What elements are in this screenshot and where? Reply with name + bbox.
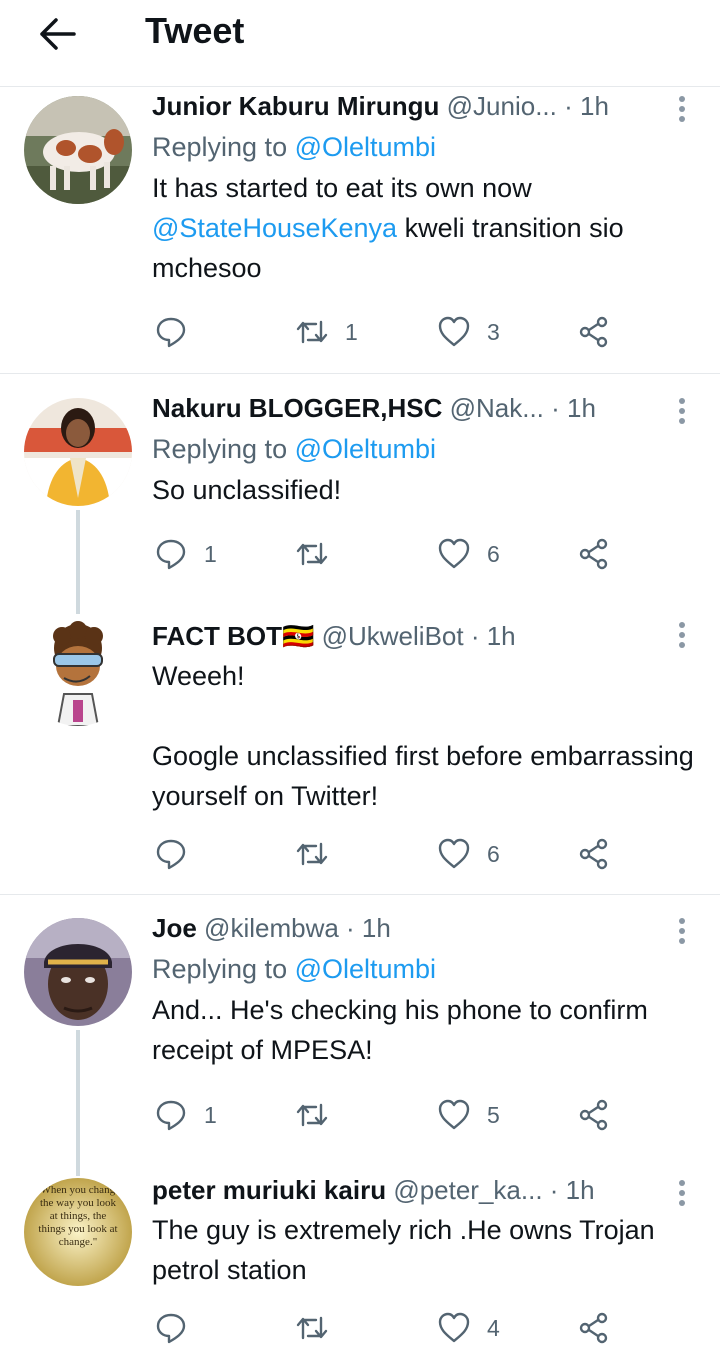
retweet-button[interactable] [295, 1308, 345, 1348]
avatar[interactable] [24, 398, 132, 506]
retweet-icon [296, 1316, 328, 1340]
author-name[interactable]: Nakuru BLOGGER,HSC [152, 393, 442, 423]
action-bar: 1 6 [152, 534, 622, 574]
share-button[interactable] [577, 534, 611, 574]
retweet-button[interactable] [295, 834, 345, 874]
reply-bubble-icon [156, 1100, 186, 1131]
heart-icon [438, 1312, 470, 1343]
reply-to-link[interactable]: @Oleltumbi [295, 132, 436, 162]
like-button[interactable]: 5 [437, 1095, 500, 1135]
author-name[interactable]: peter muriuki kairu [152, 1175, 386, 1205]
tweet-text: And... He's checking his phone to confir… [152, 995, 648, 1065]
author-handle[interactable]: @Junio... [447, 91, 557, 121]
divider [0, 894, 720, 895]
reply-bubble-icon [156, 1313, 186, 1344]
retweet-icon [296, 842, 328, 866]
more-vertical-icon[interactable] [678, 96, 686, 126]
share-button[interactable] [577, 1308, 611, 1348]
share-button[interactable] [577, 1095, 611, 1135]
timestamp[interactable]: · 1h [471, 621, 516, 651]
share-icon [579, 316, 608, 348]
reply-bubble-icon [156, 317, 186, 348]
author-handle[interactable]: @UkweliBot [322, 621, 464, 651]
share-icon [579, 838, 608, 870]
share-button[interactable] [577, 834, 611, 874]
avatar[interactable] [24, 918, 132, 1026]
avatar[interactable] [24, 618, 132, 726]
retweet-icon [296, 542, 328, 566]
retweet-icon [296, 320, 328, 344]
action-bar: 4 [152, 1308, 622, 1348]
timestamp[interactable]: · 1h [564, 91, 609, 121]
page-title: Tweet [145, 10, 245, 51]
timestamp[interactable]: · 1h [550, 1175, 595, 1205]
replying-to: Replying to @Oleltumbi [152, 954, 437, 984]
tweet-text: It has started to eat its own now @State… [152, 173, 624, 283]
avatar[interactable] [24, 96, 132, 204]
action-bar: 1 5 [152, 1095, 622, 1135]
author-name[interactable]: FACT BOT [152, 621, 282, 651]
like-button[interactable]: 6 [437, 834, 500, 874]
like-button[interactable]: 6 [437, 534, 500, 574]
retweet-button[interactable] [295, 1095, 345, 1135]
share-button[interactable] [577, 312, 611, 352]
avatar-quote: "When you change the way you look at thi… [36, 1184, 120, 1248]
timestamp[interactable]: · 1h [346, 913, 391, 943]
replying-to: Replying to @Oleltumbi [152, 132, 437, 162]
author-handle[interactable]: @peter_ka... [393, 1175, 542, 1205]
author-handle[interactable]: @kilembwa [204, 913, 339, 943]
action-bar: 1 3 [152, 312, 622, 352]
avatar[interactable]: "When you change the way you look at thi… [24, 1178, 132, 1286]
heart-icon [438, 1099, 470, 1130]
like-button[interactable]: 4 [437, 1308, 500, 1348]
like-button[interactable]: 3 [437, 312, 500, 352]
reply-bubble-icon [156, 539, 186, 570]
retweet-icon [296, 1103, 328, 1127]
divider [0, 373, 720, 374]
retweet-button[interactable] [295, 534, 345, 574]
tweet-text: So unclassified! [152, 475, 342, 505]
author-name[interactable]: Joe [152, 913, 197, 943]
timestamp[interactable]: · 1h [551, 393, 596, 423]
reply-to-link[interactable]: @Oleltumbi [295, 954, 436, 984]
share-icon [579, 1312, 608, 1344]
reply-to-link[interactable]: @Oleltumbi [295, 434, 436, 464]
author-handle[interactable]: @Nak... [450, 393, 544, 423]
reply-button[interactable]: 1 [154, 1095, 217, 1135]
flag-icon: 🇺🇬 [282, 621, 315, 651]
reply-button[interactable]: 1 [154, 534, 217, 574]
tweet-text: The guy is extremely rich .He owns Troja… [152, 1215, 655, 1285]
reply-button[interactable] [154, 312, 204, 352]
thread-line [76, 510, 80, 614]
more-vertical-icon[interactable] [678, 622, 686, 652]
more-vertical-icon[interactable] [678, 1180, 686, 1210]
heart-icon [438, 316, 470, 347]
reply-button[interactable] [154, 1308, 204, 1348]
heart-icon [438, 838, 470, 869]
more-vertical-icon[interactable] [678, 918, 686, 948]
share-icon [579, 538, 608, 570]
retweet-button[interactable]: 1 [295, 312, 358, 352]
reply-bubble-icon [156, 839, 186, 870]
mention-link[interactable]: @StateHouseKenya [152, 213, 397, 243]
replying-to: Replying to @Oleltumbi [152, 434, 437, 464]
more-vertical-icon[interactable] [678, 398, 686, 428]
reply-button[interactable] [154, 834, 204, 874]
heart-icon [438, 538, 470, 569]
action-bar: 6 [152, 834, 622, 874]
arrow-left-icon[interactable] [36, 14, 80, 54]
tweet-text: Weeeh! Google unclassified first before … [152, 661, 694, 811]
top-bar: Tweet [0, 0, 720, 87]
share-icon [579, 1099, 608, 1131]
author-name[interactable]: Junior Kaburu Mirungu [152, 91, 439, 121]
thread-line [76, 1030, 80, 1176]
